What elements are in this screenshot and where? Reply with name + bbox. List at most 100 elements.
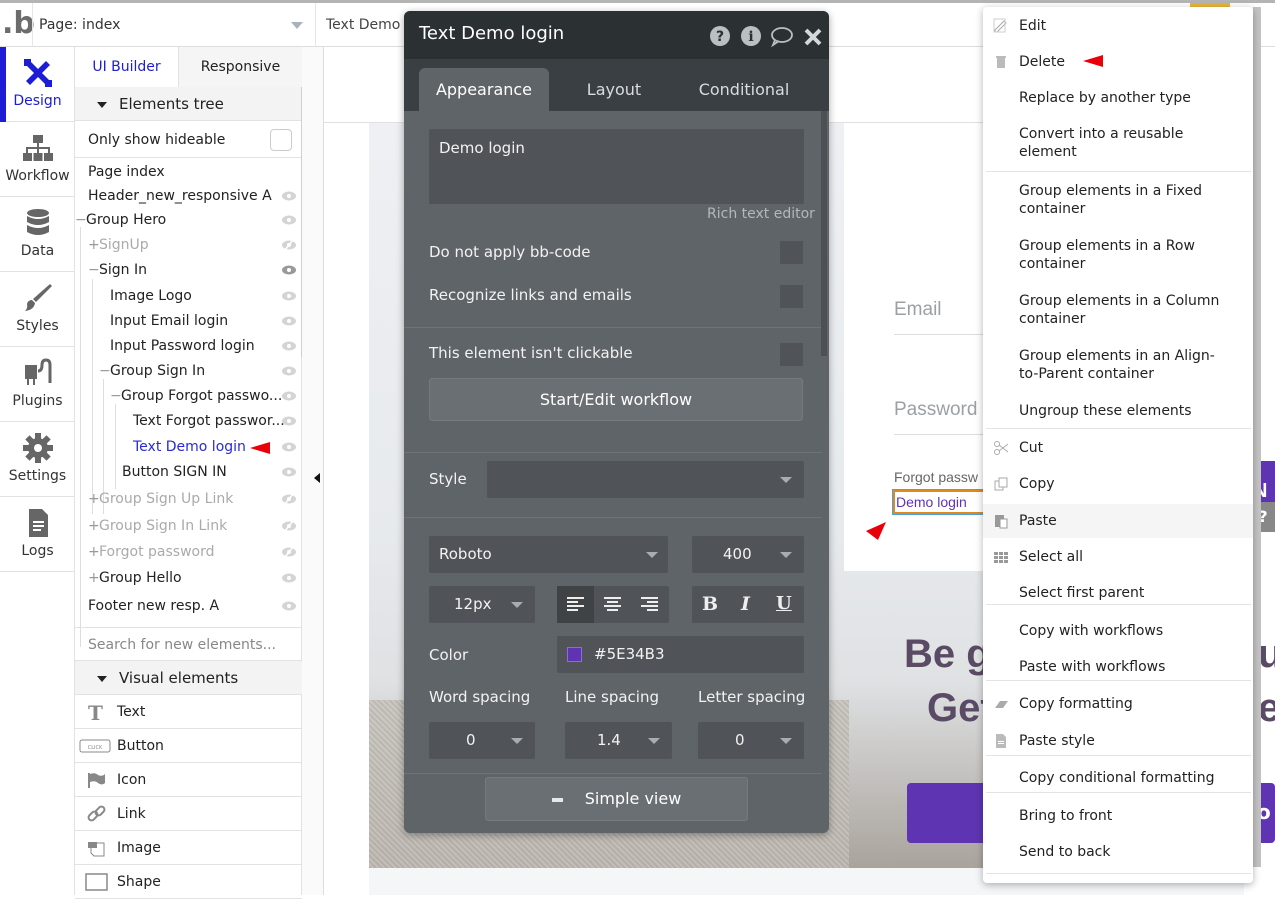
element-select-dropdown[interactable]: Text Demo [316,3,416,47]
recognize-links-checkbox[interactable] [780,285,803,308]
expand-icon[interactable]: + [88,540,100,565]
context-menu-item[interactable]: Copy with workflows [983,622,1253,640]
expand-icon[interactable]: + [88,566,100,591]
italic-button[interactable]: I [741,593,750,615]
letter-spacing-dropdown[interactable]: 0 [698,722,804,759]
tree-item[interactable]: Footer new resp. A [75,594,302,619]
collapse-icon[interactable]: − [75,208,87,233]
collapse-icon[interactable]: − [88,258,100,283]
context-menu-scrollbar[interactable] [1253,7,1261,867]
context-menu-item[interactable]: Paste with workflows [983,658,1253,676]
tree-item[interactable]: −Sign In [75,258,302,283]
expand-icon[interactable]: + [88,514,100,539]
context-menu-item[interactable]: Bring to front [983,807,1253,825]
nav-data[interactable]: Data [0,197,75,272]
info-icon[interactable]: i [740,25,762,47]
context-menu-item[interactable]: Group elements in a Column container [983,292,1223,328]
tree-item[interactable]: Header_new_responsive A [75,184,302,209]
nav-workflow[interactable]: Workflow [0,122,75,197]
context-menu-item[interactable]: Send to back [983,843,1253,861]
visual-element-text[interactable]: T Text [75,695,302,729]
eye-icon[interactable] [282,316,296,326]
tree-item[interactable]: −Group Sign In [75,359,302,384]
bold-button[interactable]: B [702,593,718,615]
eye-icon[interactable] [282,265,296,275]
context-menu-item[interactable]: Convert into a reusable element [983,125,1223,161]
eye-slash-icon[interactable] [282,547,296,557]
eye-icon[interactable] [282,573,296,583]
collapse-icon[interactable]: − [110,384,122,409]
visual-element-image[interactable]: Image [75,831,302,865]
tree-item[interactable]: Image Logo [75,284,302,309]
visual-element-link[interactable]: Link [75,797,302,831]
tree-item[interactable]: Input Email login [75,309,302,334]
visual-elements-header[interactable]: Visual elements [75,661,302,695]
tab-conditional[interactable]: Conditional [679,68,809,111]
panel-collapse-strip[interactable] [302,47,324,895]
demo-login-text-selected[interactable]: Demo login [892,489,986,515]
tab-layout[interactable]: Layout [554,68,674,111]
context-menu-item[interactable]: Ungroup these elements [983,402,1253,420]
visual-element-button[interactable]: CLICK Button [75,729,302,763]
text-content-editor[interactable]: Demo login [429,129,804,204]
context-menu-item[interactable]: Edit [983,17,1253,35]
eye-slash-icon[interactable] [282,494,296,504]
context-menu-item[interactable]: Select first parent [983,584,1253,602]
nav-plugins[interactable]: Plugins [0,347,75,422]
visual-element-icon[interactable]: Icon [75,763,302,797]
tree-item[interactable]: +SignUp [75,233,302,258]
tree-item[interactable]: Text Forgot passwor... [75,409,302,434]
context-menu-item[interactable]: Copy [983,475,1253,493]
eye-icon[interactable] [282,341,296,351]
align-right-button[interactable] [631,586,669,623]
context-menu-item[interactable]: Cut [983,439,1253,457]
tree-item[interactable]: −Group Hero [75,208,302,233]
tree-item[interactable]: +Group Hello [75,566,302,591]
rich-text-editor-link[interactable]: Rich text editor [707,206,815,222]
tree-item[interactable]: Button SIGN IN [75,460,302,485]
context-menu-item[interactable]: Group elements in a Fixed container [983,182,1223,218]
expand-icon[interactable]: + [88,233,100,258]
tree-item[interactable]: −Group Forgot passwo... [75,384,302,409]
nav-design[interactable]: Design [0,47,75,122]
bubble-logo[interactable]: .b [0,3,35,47]
eye-icon[interactable] [282,366,296,376]
page-select-dropdown[interactable]: Page: index [32,3,316,47]
collapse-arrow-icon[interactable] [314,473,320,483]
editor-scrollbar[interactable] [821,111,827,356]
context-menu-item[interactable]: Paste style [983,732,1253,750]
nav-logs[interactable]: Logs [0,497,75,572]
close-icon[interactable] [803,25,823,47]
align-center-button[interactable] [594,586,631,623]
font-size-dropdown[interactable]: 12px [429,586,535,623]
eye-icon[interactable] [282,467,296,477]
start-edit-workflow-button[interactable]: Start/Edit workflow [429,378,803,421]
tab-ui-builder[interactable]: UI Builder [75,47,179,87]
tab-appearance[interactable]: Appearance [419,68,549,111]
tab-responsive[interactable]: Responsive [179,47,302,87]
eye-slash-icon[interactable] [282,521,296,531]
align-left-button[interactable] [557,586,594,623]
only-show-hideable-checkbox[interactable] [270,129,292,151]
elements-tree-header[interactable]: Elements tree [75,87,302,121]
eye-icon[interactable] [282,391,296,401]
password-input[interactable]: Password [894,399,977,421]
eye-icon[interactable] [282,601,296,611]
eye-icon[interactable] [282,416,296,426]
no-bbcode-checkbox[interactable] [780,241,803,264]
font-family-dropdown[interactable]: Roboto [429,536,668,573]
nav-styles[interactable]: Styles [0,272,75,347]
search-new-elements-input[interactable]: Search for new elements... [75,627,302,661]
eye-slash-icon[interactable] [282,240,296,250]
nav-settings[interactable]: Settings [0,422,75,497]
word-spacing-dropdown[interactable]: 0 [429,722,535,759]
context-menu-item[interactable]: Copy formatting [983,695,1253,713]
tree-item[interactable]: Input Password login [75,334,302,359]
email-input[interactable]: Email [894,299,942,321]
context-menu-item[interactable]: Copy conditional formatting [983,769,1253,787]
not-clickable-checkbox[interactable] [780,343,803,366]
editor-header[interactable]: Text Demo login ? i [404,11,829,59]
context-menu-item[interactable]: Group elements in an Align-to-Parent con… [983,347,1223,383]
eye-icon[interactable] [282,191,296,201]
context-menu-item[interactable]: Replace by another type [983,89,1253,107]
